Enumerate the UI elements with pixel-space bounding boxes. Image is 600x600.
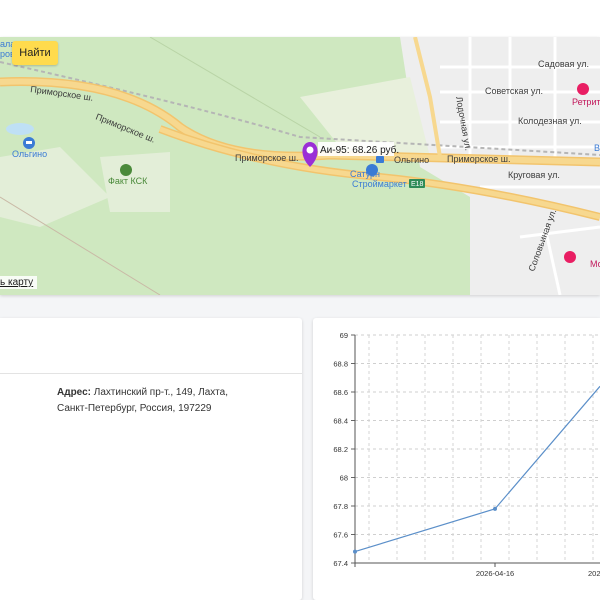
find-button[interactable]: Найти	[12, 41, 58, 65]
y-tick-label: 68.8	[333, 360, 348, 369]
card-divider	[0, 373, 302, 374]
sport-icon[interactable]	[120, 164, 132, 176]
hotel-icon-glyph	[26, 141, 32, 144]
e18-label: E18	[411, 181, 424, 188]
map-poi-label: В	[594, 143, 600, 153]
poi-icon[interactable]	[564, 251, 576, 263]
price-chart-card: 67.4 67.6 67.8 68 68.2 68.4 68.6 68.8 69 2026-04-…	[313, 318, 600, 600]
train-station-icon[interactable]	[376, 156, 384, 163]
address-block: Адрес: Лахтинский пр-т., 149, Лахта, Сан…	[57, 385, 257, 417]
y-tick-label: 68.4	[333, 417, 348, 426]
map-poi-label-retrit: Ретрит	[572, 97, 600, 107]
open-map-link[interactable]: ь карту	[0, 276, 38, 289]
map-station-label: Ольгино	[394, 155, 429, 165]
map-road-label: Приморское ш.	[447, 154, 510, 164]
address-label: Адрес:	[57, 387, 91, 398]
marker-dot-icon	[306, 146, 314, 154]
map-canvas[interactable]: Приморское ш. Приморское ш. Приморское ш…	[0, 37, 600, 295]
y-tick-label: 67.6	[333, 531, 348, 540]
top-header	[0, 0, 600, 37]
station-info-card: Адрес: Лахтинский пр-т., 149, Лахта, Сан…	[0, 318, 302, 600]
restaurant-icon[interactable]	[577, 83, 589, 95]
shopping-cart-icon[interactable]	[366, 164, 378, 176]
map-street-label: Советская ул.	[485, 86, 543, 96]
map-street-label: Круговая ул.	[508, 170, 560, 180]
marker-price-label: Аи-95: 68.26 руб.	[320, 144, 399, 156]
map-poi-label: Мо	[590, 259, 600, 269]
price-chart: 67.4 67.6 67.8 68 68.2 68.4 68.6 68.8 69 2026-04-…	[333, 331, 600, 578]
y-tick-label: 67.4	[333, 559, 348, 568]
map-street-label: Садовая ул.	[538, 59, 589, 69]
map-road-label: Приморское ш.	[235, 153, 298, 163]
y-tick-label: 68.6	[333, 388, 348, 397]
map-card[interactable]: Приморское ш. Приморское ш. Приморское ш…	[0, 37, 600, 295]
series-line	[354, 385, 600, 553]
x-tick-label: 2026-0	[588, 569, 600, 578]
data-point	[353, 549, 357, 554]
y-tick-label: 68.2	[333, 445, 348, 454]
map-street-label: Колодезная ул.	[518, 116, 582, 126]
y-tick-label: 67.8	[333, 502, 348, 511]
y-tick-label: 69	[340, 331, 348, 340]
data-point	[493, 506, 497, 511]
x-tick-label: 2026-04-16	[476, 569, 514, 578]
map-water	[6, 123, 34, 135]
map-poi-label-olgino: Ольгино	[12, 149, 47, 159]
y-tick-label: 68	[340, 474, 348, 483]
map-poi-label: Строймаркет	[352, 179, 407, 189]
map-poi-label-fakt-ksk: Факт КСК	[108, 176, 148, 186]
